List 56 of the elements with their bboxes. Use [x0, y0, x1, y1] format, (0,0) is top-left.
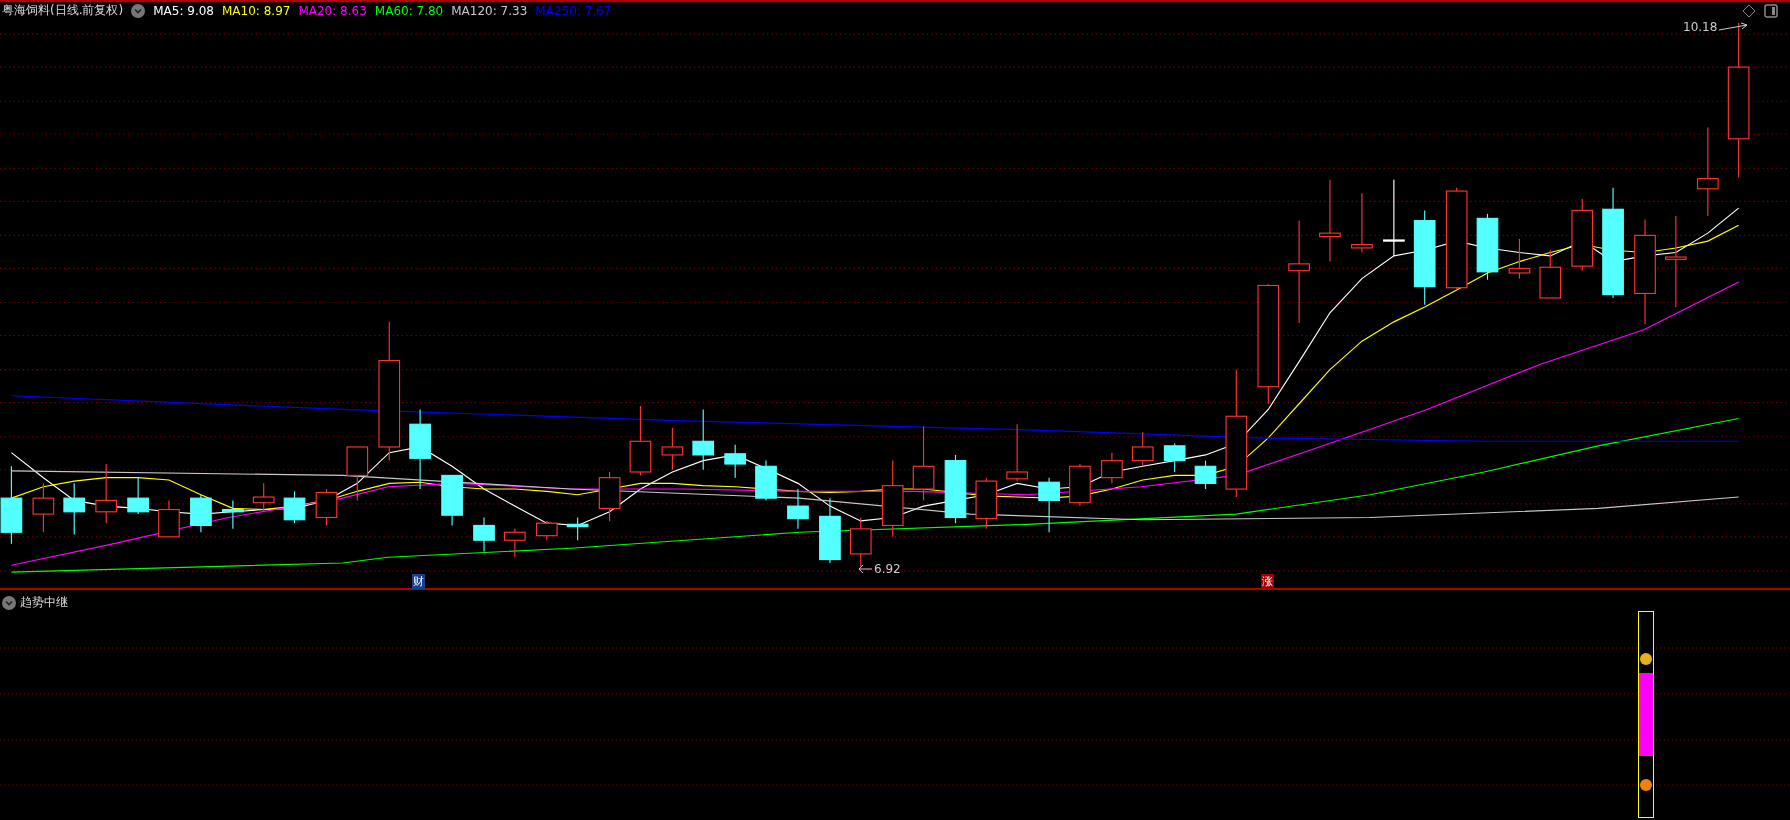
diamond-icon[interactable] — [1742, 4, 1756, 18]
moving-average-legend: MA20: 8.63 — [298, 3, 367, 18]
candlestick — [975, 477, 998, 530]
candlestick — [1351, 192, 1373, 254]
candlestick — [1476, 213, 1499, 281]
candlestick — [252, 482, 275, 513]
candlestick — [535, 520, 558, 541]
moving-average-legend: MA10: 8.97 — [222, 3, 291, 18]
moving-average-legend: MA250: 7.67 — [535, 3, 612, 18]
candlestick — [190, 494, 212, 533]
price-label: 10.18 — [1683, 20, 1718, 34]
indicator-title: 趋势中继 — [20, 594, 68, 611]
candlestick — [629, 405, 652, 476]
moving-average-legend: MA120: 7.33 — [451, 3, 528, 18]
price-label: 6.92 — [874, 562, 901, 576]
chart-title: 粤海饲料(日线.前复权) — [2, 2, 124, 19]
collapse-icon[interactable] — [2, 595, 16, 610]
candlestick — [944, 454, 967, 524]
candlestick — [1006, 423, 1028, 482]
candlestick — [504, 528, 526, 558]
candlestick — [473, 516, 495, 553]
candlestick — [222, 499, 244, 530]
candlestick — [32, 482, 55, 533]
candlestick — [1069, 463, 1091, 507]
candlestick — [724, 444, 747, 479]
panel-toggle-icon[interactable] — [1764, 4, 1778, 18]
collapse-icon[interactable] — [131, 3, 146, 18]
candlestick — [1194, 460, 1217, 490]
candlestick — [95, 463, 117, 524]
candlestick — [1508, 238, 1531, 280]
candlestick — [692, 408, 715, 471]
candlestick — [1163, 443, 1186, 473]
candlestick — [441, 474, 463, 527]
candlestick — [661, 427, 684, 471]
candlestick — [819, 497, 841, 564]
candlestick — [283, 490, 306, 524]
moving-average-legend: MA60: 7.80 — [374, 3, 444, 18]
candlestick — [1101, 452, 1123, 484]
candlestick — [158, 499, 180, 538]
candlestick — [346, 446, 369, 501]
candlestick — [63, 482, 86, 536]
candlestick — [755, 460, 777, 501]
candlestick — [1539, 249, 1562, 299]
candlestick — [1131, 431, 1154, 467]
event-marker: 财 — [412, 574, 425, 589]
moving-average-legend: MA5: 9.08 — [153, 3, 214, 18]
arrow-icon — [1719, 22, 1750, 32]
candlestick — [1038, 477, 1060, 533]
candlestick — [127, 477, 149, 515]
candlestick — [315, 488, 338, 527]
arrow-icon — [858, 564, 872, 574]
event-marker: 涨 — [1261, 574, 1274, 589]
candlestick — [598, 471, 621, 522]
candlestick — [566, 516, 589, 541]
candlestick — [787, 488, 809, 530]
candlestick — [849, 516, 872, 567]
